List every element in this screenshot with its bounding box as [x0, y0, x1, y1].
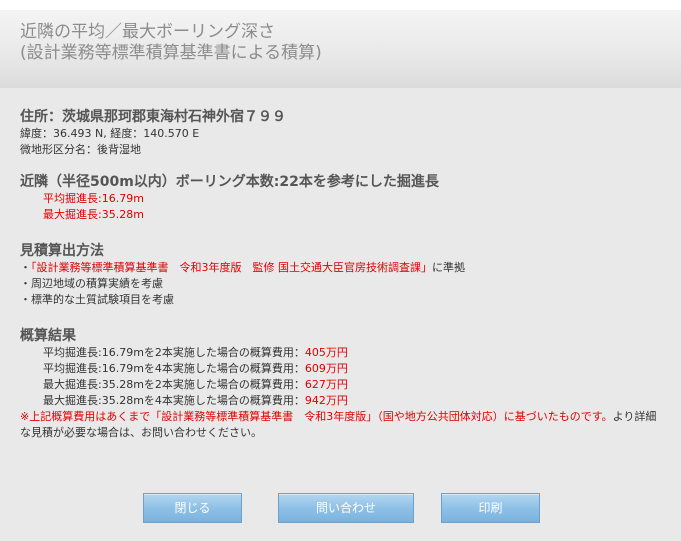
result-row: 平均掘進長:16.79mを4本実施した場合の概算費用：609万円	[20, 361, 665, 377]
result-label: 最大掘進長:35.28mを4本実施した場合の概算費用：	[43, 394, 305, 407]
disclaimer-note: ※上記概算費用はあくまで「設計業務等標準積算基準書 令和3年度版」（国や地方公共…	[20, 410, 657, 439]
result-cost: 609万円	[304, 362, 348, 375]
results-list: 平均掘進長:16.79mを2本実施した場合の概算費用：405万円 平均掘進長:1…	[20, 345, 665, 409]
nearby-heading: 近隣（半径500m以内）ボーリング本数:22本を参考にした掘進長	[20, 174, 439, 190]
result-cost: 405万円	[304, 346, 348, 359]
result-cost: 627万円	[304, 378, 348, 391]
close-button[interactable]: 閉じる	[143, 493, 242, 523]
result-label: 最大掘進長:35.28mを2本実施した場合の概算費用：	[43, 378, 305, 391]
print-button[interactable]: 印刷	[441, 493, 540, 523]
method-item: ・「設計業務等標準積算基準書 令和3年度版 監修 国土交通大臣官房技術調査課」に…	[20, 261, 465, 274]
method-item: ・標準的な土質試験項目を考慮	[20, 293, 174, 306]
dialog-content: 住所：茨城県那珂郡東海村石神外宿７９９ 緯度：36.493 N, 経度：140.…	[20, 108, 665, 441]
avg-depth: 平均掘進長:16.79m	[43, 192, 144, 205]
dialog-header: 近隣の平均／最大ボーリング深さ (設計業務等標準積算基準書による積算)	[0, 10, 681, 88]
coordinates-text: 緯度：36.493 N, 経度：140.570 E	[20, 127, 200, 140]
title-line-2: (設計業務等標準積算基準書による積算)	[20, 43, 322, 63]
method-heading: 見積算出方法	[20, 243, 104, 259]
result-label: 平均掘進長:16.79mを4本実施した場合の概算費用：	[43, 362, 305, 375]
nearby-values: 平均掘進長:16.79m 最大掘進長:35.28m	[20, 191, 665, 223]
result-label: 平均掘進長:16.79mを2本実施した場合の概算費用：	[43, 346, 305, 359]
contact-button[interactable]: 問い合わせ	[278, 493, 414, 523]
result-row: 最大掘進長:35.28mを4本実施した場合の概算費用：942万円	[20, 393, 665, 409]
dialog-title: 近隣の平均／最大ボーリング深さ (設計業務等標準積算基準書による積算)	[20, 22, 322, 64]
standard-reference: 「設計業務等標準積算基準書 令和3年度版 監修 国土交通大臣官房技術調査課」	[31, 261, 432, 274]
title-line-1: 近隣の平均／最大ボーリング深さ	[20, 22, 275, 42]
result-cost: 942万円	[304, 394, 348, 407]
max-depth: 最大掘進長:35.28m	[43, 208, 144, 221]
method-item: ・周辺地域の積算実績を考慮	[20, 277, 163, 290]
result-row: 平均掘進長:16.79mを2本実施した場合の概算費用：405万円	[20, 345, 665, 361]
method-list: ・「設計業務等標準積算基準書 令和3年度版 監修 国土交通大臣官房技術調査課」に…	[20, 260, 665, 308]
results-heading: 概算結果	[20, 328, 76, 344]
result-row: 最大掘進長:35.28mを2本実施した場合の概算費用：627万円	[20, 377, 665, 393]
landform-text: 微地形区分名：後背湿地	[20, 143, 141, 156]
address-heading: 住所：茨城県那珂郡東海村石神外宿７９９	[20, 109, 286, 125]
